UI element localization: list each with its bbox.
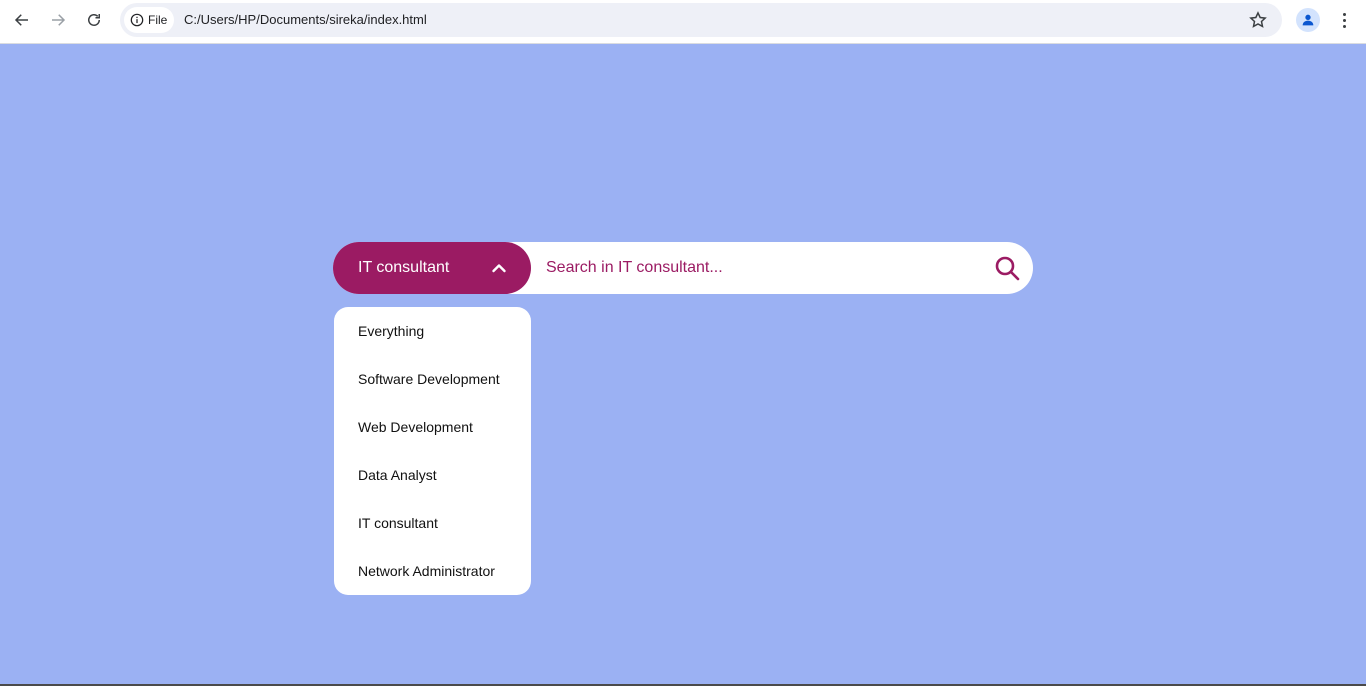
arrow-left-icon xyxy=(14,14,28,26)
search-input[interactable] xyxy=(546,254,986,282)
arrow-right-icon xyxy=(52,14,66,26)
dropdown-option-it-consultant[interactable]: IT consultant xyxy=(334,499,531,547)
reload-icon xyxy=(88,14,100,26)
bookmark-button[interactable] xyxy=(1248,10,1268,30)
category-select[interactable]: IT consultant xyxy=(333,242,531,294)
star-icon xyxy=(1249,11,1267,28)
site-info-label: File xyxy=(148,13,168,27)
address-bar[interactable]: File C:/Users/HP/Documents/sireka/index.… xyxy=(120,3,1282,37)
info-icon xyxy=(130,13,144,27)
forward-button[interactable] xyxy=(44,6,72,34)
category-dropdown: Everything Software Development Web Deve… xyxy=(334,307,531,595)
profile-button[interactable] xyxy=(1296,8,1320,32)
search-button[interactable] xyxy=(993,255,1021,281)
browser-menu-button[interactable] xyxy=(1334,9,1354,31)
back-button[interactable] xyxy=(8,6,36,34)
chevron-up-icon xyxy=(492,264,506,273)
dropdown-option-web-development[interactable]: Web Development xyxy=(334,403,531,451)
category-selected-label: IT consultant xyxy=(358,259,450,276)
dropdown-option-everything[interactable]: Everything xyxy=(334,307,531,355)
magnifier-icon xyxy=(995,256,1020,281)
search-bar: IT consultant xyxy=(333,242,1033,294)
reload-button[interactable] xyxy=(80,6,108,34)
person-icon xyxy=(1302,14,1314,26)
dropdown-option-data-analyst[interactable]: Data Analyst xyxy=(334,451,531,499)
site-info-button[interactable]: File xyxy=(124,7,174,33)
url-text[interactable]: C:/Users/HP/Documents/sireka/index.html xyxy=(184,12,427,27)
kebab-icon xyxy=(1342,12,1346,16)
browser-toolbar: File C:/Users/HP/Documents/sireka/index.… xyxy=(0,0,1366,44)
dropdown-option-network-administrator[interactable]: Network Administrator xyxy=(334,547,531,595)
dropdown-option-software-development[interactable]: Software Development xyxy=(334,355,531,403)
